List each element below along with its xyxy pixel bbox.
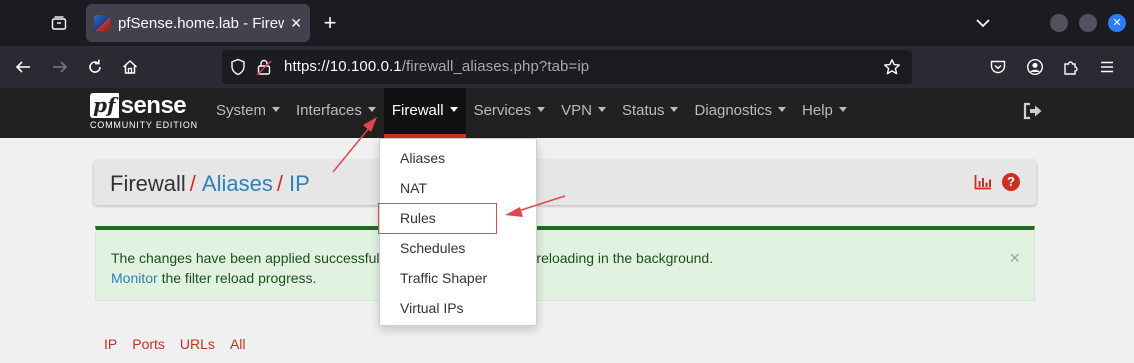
menu-label: Help (802, 102, 833, 119)
alert-line2-text: the filter reload progress. (157, 270, 317, 286)
menu-status[interactable]: Status (614, 88, 687, 138)
url-path: /firewall_aliases.php?tab=ip (401, 58, 590, 75)
reload-icon[interactable] (81, 53, 109, 81)
caret-down-icon (367, 107, 376, 112)
pfsense-logo[interactable]: pf sense COMMUNITY EDITION (90, 93, 198, 130)
breadcrumb-separator: / (276, 171, 283, 196)
account-icon[interactable] (1021, 53, 1049, 81)
caret-down-icon (597, 107, 606, 112)
url-bar[interactable]: https://10.100.0.1/firewall_aliases.php?… (222, 50, 912, 84)
alert-line1-start: The changes have been applied successful… (111, 250, 383, 266)
extensions-icon[interactable] (1057, 53, 1085, 81)
logo-pf-text: pf (90, 93, 119, 118)
breadcrumb-aliases-link[interactable]: Aliases (202, 171, 273, 196)
alias-subtabs: IP Ports URLs All (104, 336, 246, 352)
menu-label: System (216, 102, 267, 119)
logo-edition-text: COMMUNITY EDITION (90, 120, 198, 130)
caret-down-icon (449, 107, 458, 112)
browser-tab-active[interactable]: pfSense.home.lab - Firewall ✕ (86, 4, 310, 42)
dropdown-item-aliases[interactable]: Aliases (380, 143, 536, 173)
menu-label: Interfaces (296, 102, 362, 119)
menu-system[interactable]: System (208, 88, 288, 138)
maximize-window-button[interactable] (1079, 14, 1097, 32)
subtab-ports[interactable]: Ports (132, 336, 165, 352)
caret-down-icon (670, 107, 679, 112)
alert-line1-end: ow reloading in the background. (514, 250, 714, 266)
subtab-urls[interactable]: URLs (180, 336, 215, 352)
tab-close-icon[interactable]: ✕ (290, 15, 302, 32)
menu-label: VPN (561, 102, 592, 119)
menu-diagnostics[interactable]: Diagnostics (686, 88, 794, 138)
shield-icon[interactable] (230, 58, 246, 81)
success-alert: The changes have been applied successful… (95, 226, 1035, 301)
back-icon[interactable] (9, 53, 37, 81)
caret-down-icon (778, 107, 787, 112)
pocket-icon[interactable] (984, 53, 1012, 81)
annotation-highlight-box (378, 203, 497, 234)
menu-label: Diagnostics (694, 102, 773, 119)
breadcrumb-firewall: Firewall (110, 171, 186, 196)
pfsense-favicon-icon (94, 15, 110, 31)
new-tab-button[interactable]: + (316, 9, 344, 37)
subtab-ip[interactable]: IP (104, 336, 117, 352)
alert-close-button[interactable]: × (1009, 248, 1020, 269)
dropdown-item-virtual-ips[interactable]: Virtual IPs (380, 293, 536, 323)
forward-icon[interactable] (46, 53, 74, 81)
bookmark-star-icon[interactable] (883, 58, 901, 81)
caret-down-icon (272, 107, 281, 112)
menu-firewall[interactable]: Firewall (383, 88, 466, 138)
tab-title: pfSense.home.lab - Firewall (118, 14, 284, 32)
pfsense-navbar: pf sense COMMUNITY EDITION System Interf… (0, 88, 1134, 138)
subtab-all[interactable]: All (230, 336, 246, 352)
url-host: https://10.100.0.1 (284, 58, 402, 75)
browser-navigation-bar: https://10.100.0.1/firewall_aliases.php?… (0, 46, 1134, 88)
menu-vpn[interactable]: VPN (553, 88, 614, 138)
caret-down-icon (537, 107, 546, 112)
url-text[interactable]: https://10.100.0.1/firewall_aliases.php?… (284, 58, 589, 75)
help-icon[interactable]: ? (1002, 173, 1020, 191)
menu-label: Firewall (391, 102, 444, 119)
chart-icon[interactable] (974, 173, 992, 196)
home-icon[interactable] (116, 53, 144, 81)
browser-tab-strip: pfSense.home.lab - Firewall ✕ + ✕ (0, 0, 1134, 46)
chevron-down-icon[interactable] (974, 9, 994, 37)
breadcrumb-ip-link[interactable]: IP (289, 171, 310, 196)
close-window-button[interactable]: ✕ (1108, 14, 1126, 32)
menu-help[interactable]: Help (794, 88, 855, 138)
breadcrumb: Firewall / Aliases / IP (110, 171, 310, 197)
menu-label: Status (621, 102, 665, 119)
dropdown-item-nat[interactable]: NAT (380, 173, 536, 203)
breadcrumb-actions: ? (974, 173, 1020, 196)
pfsense-logo-mark: pf sense (90, 93, 198, 118)
lock-icon[interactable] (256, 58, 272, 81)
menu-interfaces[interactable]: Interfaces (288, 88, 384, 138)
minimize-window-button[interactable] (1050, 14, 1068, 32)
breadcrumb-panel: Firewall / Aliases / IP ? (94, 160, 1036, 205)
logout-icon[interactable] (1022, 102, 1044, 120)
dropdown-item-traffic-shaper[interactable]: Traffic Shaper (380, 263, 536, 293)
logo-sense-text: sense (120, 92, 187, 119)
caret-down-icon (838, 107, 847, 112)
tab-list-icon[interactable] (44, 9, 74, 37)
menu-services[interactable]: Services (466, 88, 554, 138)
monitor-link[interactable]: Monitor (111, 270, 158, 286)
menu-label: Services (473, 102, 532, 119)
pfsense-main-menu: System Interfaces Firewall Services VPN … (208, 88, 855, 138)
dropdown-item-schedules[interactable]: Schedules (380, 233, 536, 263)
breadcrumb-separator: / (189, 171, 196, 196)
hamburger-menu-icon[interactable] (1093, 53, 1121, 81)
